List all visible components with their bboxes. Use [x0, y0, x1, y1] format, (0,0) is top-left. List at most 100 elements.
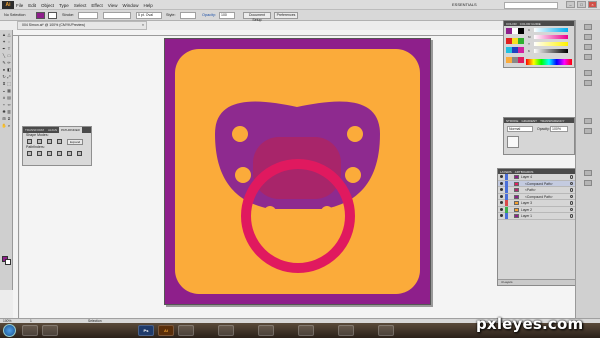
layer-target-icon[interactable] [569, 214, 573, 218]
visibility-eye-icon[interactable] [500, 175, 503, 178]
vertical-ruler[interactable] [13, 36, 19, 318]
gradient-panel-icon[interactable] [584, 128, 592, 134]
color-panel-icon[interactable] [584, 24, 592, 30]
taskbar-app[interactable] [338, 325, 354, 336]
stroke-color-icon[interactable] [5, 259, 11, 265]
intersect-icon[interactable] [47, 139, 52, 144]
taskbar-app[interactable] [258, 325, 274, 336]
taskbar-app[interactable] [218, 325, 234, 336]
layer-target-icon[interactable] [569, 207, 573, 211]
magenta-slider[interactable] [534, 35, 568, 39]
variable-width-dropdown[interactable] [103, 12, 131, 19]
menu-window[interactable]: Window [122, 3, 138, 8]
visibility-eye-icon[interactable] [500, 194, 503, 198]
graphic-styles-panel-icon[interactable] [584, 70, 592, 76]
layer-target-icon[interactable] [569, 181, 573, 185]
slice-tool-icon[interactable]: ⧄ [6, 116, 12, 121]
appearance-panel-icon[interactable] [584, 80, 592, 86]
crop-icon[interactable] [57, 151, 62, 156]
stroke-swatch[interactable] [48, 12, 57, 19]
minus-back-icon[interactable] [77, 151, 82, 156]
free-transform-tool-icon[interactable]: ⬚ [6, 81, 12, 86]
preferences-button[interactable]: Preferences [274, 12, 298, 19]
yellow-slider[interactable] [534, 42, 568, 46]
document-setup-button[interactable]: Document Setup [243, 12, 271, 22]
layer-target-icon[interactable] [569, 201, 573, 205]
unite-icon[interactable] [27, 139, 32, 144]
artboard[interactable] [164, 38, 431, 305]
taskbar-app[interactable] [178, 325, 194, 336]
swatch[interactable] [518, 37, 524, 44]
tab-color[interactable]: COLOR [504, 22, 517, 26]
menu-effect[interactable]: Effect [91, 3, 102, 8]
search-input[interactable] [504, 1, 558, 9]
pacifier-artwork[interactable] [165, 39, 430, 304]
pencil-tool-icon[interactable]: ✏ [6, 60, 12, 65]
opacity-field[interactable]: 100 [219, 12, 235, 19]
taskbar-app[interactable] [298, 325, 314, 336]
tab-stroke[interactable]: STROKE [504, 119, 518, 123]
direct-selection-tool-icon[interactable]: △ [6, 32, 12, 37]
visibility-eye-icon[interactable] [500, 207, 503, 211]
menu-view[interactable]: View [108, 3, 118, 8]
layer-target-icon[interactable] [569, 175, 573, 179]
blend-mode-dropdown[interactable]: Normal [507, 126, 533, 132]
swatch[interactable] [518, 28, 524, 34]
rectangle-tool-icon[interactable]: □ [6, 53, 12, 58]
lasso-tool-icon[interactable]: ◌ [6, 39, 12, 44]
gradient-tool-icon[interactable]: ▤ [6, 95, 12, 100]
layer-row[interactable]: Layer 1 [498, 213, 576, 220]
outline-icon[interactable] [67, 151, 72, 156]
maximize-button[interactable]: □ [577, 1, 586, 8]
layer-name[interactable]: <Path> [525, 187, 536, 193]
taskbar-ie[interactable] [22, 325, 38, 336]
layer-name[interactable]: Layer 3 [521, 200, 532, 206]
color-spectrum[interactable] [526, 59, 572, 65]
visibility-eye-icon[interactable] [500, 214, 503, 217]
layer-target-icon[interactable] [569, 188, 573, 192]
start-button[interactable] [3, 324, 16, 337]
exclude-icon[interactable] [57, 139, 62, 144]
tab-gradient[interactable]: GRADIENT [519, 119, 537, 123]
column-graph-tool-icon[interactable]: ▥ [6, 109, 12, 114]
perspective-grid-tool-icon[interactable]: ▦ [6, 88, 12, 93]
menu-help[interactable]: Help [143, 3, 152, 8]
taskbar-photoshop[interactable]: Ps [138, 325, 154, 336]
workspace-switcher[interactable]: ESSENTIALS [452, 1, 492, 8]
fill-swatch[interactable] [36, 12, 45, 19]
divide-icon[interactable] [27, 151, 32, 156]
layer-name[interactable]: <Compound Path> [525, 181, 553, 187]
tab-transparency[interactable]: TRANSPARENCY [538, 119, 564, 123]
expand-button[interactable]: Expand [67, 138, 84, 145]
opacity-label[interactable]: Opacity: [202, 12, 218, 19]
black-slider[interactable] [534, 49, 568, 53]
tab-pathfinder[interactable]: PATHFINDER [59, 127, 82, 133]
swatches-panel-icon[interactable] [584, 34, 592, 40]
document-tab[interactable]: 004 Simon.ai* @ 100% (CMYK/Preview) × [17, 21, 147, 30]
layer-name[interactable]: <Compound Path> [525, 194, 553, 200]
taskbar-explorer[interactable] [42, 325, 58, 336]
tab-color-guide[interactable]: COLOR GUIDE [518, 22, 541, 26]
menu-edit[interactable]: Edit [28, 3, 36, 8]
layer-name[interactable]: Layer 1 [521, 213, 532, 219]
swatch[interactable] [518, 56, 524, 63]
visibility-eye-icon[interactable] [500, 181, 503, 185]
menu-file[interactable]: File [16, 3, 23, 8]
merge-icon[interactable] [47, 151, 52, 156]
scale-tool-icon[interactable]: ⤢ [6, 74, 12, 79]
layer-target-icon[interactable] [569, 194, 573, 198]
brushes-panel-icon[interactable] [584, 44, 592, 50]
layer-name[interactable]: Layer 4 [521, 174, 532, 180]
close-tab-icon[interactable]: × [142, 22, 144, 29]
brush-dropdown[interactable]: 5 pt. Oval [136, 12, 162, 19]
opacity-field[interactable]: 100% [550, 126, 568, 132]
blend-tool-icon[interactable]: ∞ [6, 102, 12, 107]
layers-panel-icon[interactable] [584, 170, 592, 176]
artboards-panel-icon[interactable] [584, 180, 592, 186]
menu-select[interactable]: Select [74, 3, 87, 8]
layer-name[interactable]: Layer 2 [521, 207, 532, 213]
minus-front-icon[interactable] [37, 139, 42, 144]
menu-type[interactable]: Type [59, 3, 69, 8]
style-dropdown[interactable] [180, 12, 196, 19]
symbols-panel-icon[interactable] [584, 54, 592, 60]
